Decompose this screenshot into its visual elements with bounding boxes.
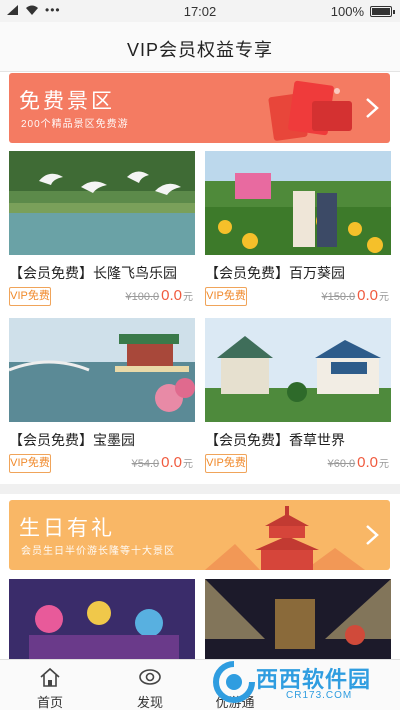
price-unit: 元	[379, 459, 389, 470]
birthday-gift-banner[interactable]: 生日有礼 会员生日半价游长隆等十大景区	[9, 500, 390, 570]
chevron-right-icon	[366, 525, 379, 545]
price: ¥100.0 0.0元	[125, 287, 193, 305]
member-price: 0.0	[161, 454, 182, 471]
status-icons-right: 100%	[330, 4, 395, 19]
price-unit: 元	[183, 459, 193, 470]
original-price: ¥150.0	[321, 291, 356, 303]
watermark: 西西软件园 CR173.COM	[210, 656, 400, 710]
ticket-illustration	[268, 80, 352, 141]
attraction-photo-circus[interactable]	[9, 579, 195, 659]
banner-subtitle: 会员生日半价游长隆等十大景区	[21, 546, 175, 557]
member-price: 0.0	[357, 454, 378, 471]
attraction-photo-show[interactable]	[205, 579, 391, 659]
status-bar: ••• 17:02 100%	[0, 0, 400, 22]
attraction-photo-garden	[9, 318, 195, 422]
eye-icon	[139, 669, 161, 685]
tab-home[interactable]: 首页	[0, 660, 100, 710]
attraction-name: 【会员免费】香草世界	[205, 432, 345, 448]
page-title: VIP会员权益专享	[126, 40, 273, 60]
original-price: ¥60.0	[327, 458, 356, 470]
price: ¥54.0 0.0元	[132, 454, 193, 472]
attraction-name: 【会员免费】长隆飞鸟乐园	[9, 265, 177, 281]
section-divider	[0, 484, 400, 494]
price: ¥150.0 0.0元	[321, 287, 389, 305]
watermark-logo-icon	[213, 661, 255, 703]
pagoda-illustration	[205, 506, 365, 570]
vip-free-tag: VIP免费	[205, 287, 247, 306]
watermark-url: CR173.COM	[286, 690, 353, 701]
original-price: ¥54.0	[131, 458, 160, 470]
attraction-photo-birds	[9, 151, 195, 255]
tab-label: 首页	[36, 695, 63, 710]
chevron-right-icon	[366, 98, 379, 118]
battery-icon	[370, 6, 395, 17]
member-price: 0.0	[357, 287, 378, 304]
banner-title: 免费景区	[19, 90, 115, 113]
vip-free-tag: VIP免费	[9, 454, 51, 473]
home-icon	[40, 667, 60, 687]
attraction-photo-vanilla-world	[205, 318, 391, 422]
price: ¥60.0 0.0元	[328, 454, 389, 472]
price-unit: 元	[183, 292, 193, 303]
vip-free-tag: VIP免费	[9, 287, 51, 306]
free-attractions-banner[interactable]: 免费景区 200个精品景区免费游	[9, 73, 390, 143]
battery-level: 100%	[330, 4, 364, 19]
vip-free-tag: VIP免费	[205, 454, 247, 473]
original-price: ¥100.0	[125, 291, 160, 303]
banner-subtitle: 200个精品景区免费游	[21, 119, 129, 130]
attraction-name: 【会员免费】宝墨园	[9, 432, 135, 448]
price-unit: 元	[379, 292, 389, 303]
member-price: 0.0	[161, 287, 182, 304]
banner-title: 生日有礼	[19, 517, 115, 540]
attraction-name: 【会员免费】百万葵园	[205, 265, 345, 281]
page-header: VIP会员权益专享	[0, 22, 400, 72]
attraction-photo-sunflowers	[205, 151, 391, 255]
